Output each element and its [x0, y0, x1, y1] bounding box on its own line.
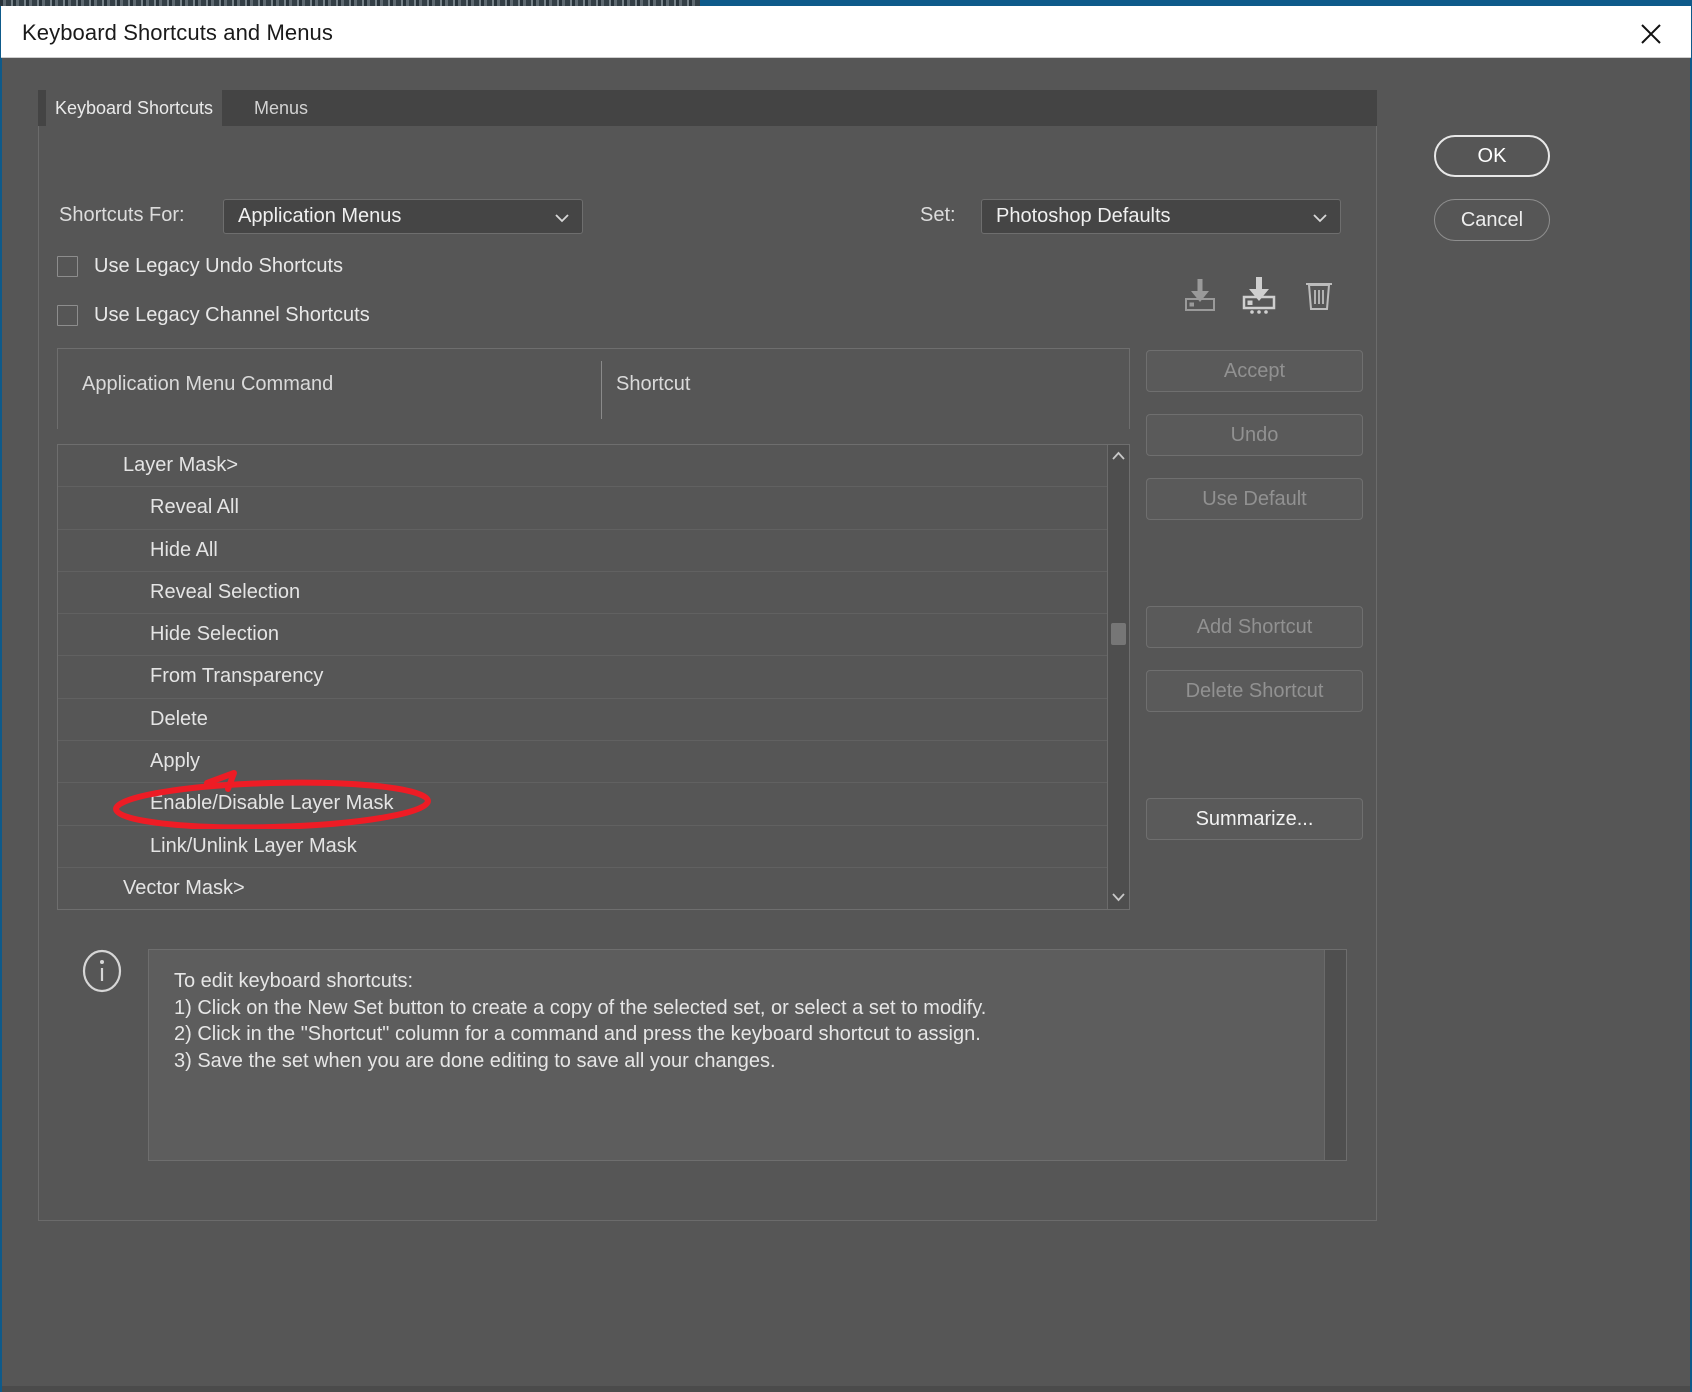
- table-row[interactable]: Reveal Selection: [58, 572, 1108, 615]
- button-label: Delete Shortcut: [1185, 679, 1324, 702]
- command-label: Reveal Selection: [150, 580, 301, 603]
- table-row[interactable]: Reveal All: [58, 487, 1108, 530]
- column-header-command: Application Menu Command: [82, 373, 334, 395]
- shortcuts-for-value: Application Menus: [238, 205, 402, 227]
- command-list-rows: Layer Mask> Reveal All Hide All Reveal Sele…: [58, 445, 1108, 909]
- button-label: Accept: [1223, 359, 1286, 382]
- delete-set-icon[interactable]: [1296, 273, 1342, 315]
- checkbox-box: [57, 255, 78, 277]
- command-list[interactable]: Layer Mask> Reveal All Hide All Reveal Sele…: [57, 444, 1130, 910]
- command-label: From Transparency: [150, 665, 324, 688]
- table-row[interactable]: From Transparency: [58, 656, 1108, 699]
- set-actions-toolbar: [1177, 273, 1347, 315]
- add-shortcut-button[interactable]: Add Shortcut: [1146, 606, 1363, 648]
- button-label: Use Default: [1202, 487, 1307, 510]
- table-row[interactable]: Vector Mask>: [58, 868, 1108, 909]
- tab-label: Menus: [253, 97, 309, 118]
- set-value: Photoshop Defaults: [996, 205, 1171, 227]
- list-scrollbar[interactable]: [1107, 445, 1129, 909]
- tab-label: Keyboard Shortcuts: [54, 97, 214, 118]
- shortcuts-for-select[interactable]: Application Menus: [223, 199, 583, 234]
- button-label: Undo: [1230, 423, 1279, 446]
- close-icon[interactable]: [1631, 14, 1671, 50]
- info-text: To edit keyboard shortcuts: 1) Click on …: [174, 970, 987, 1072]
- scrollbar-thumb[interactable]: [1111, 623, 1126, 645]
- table-row[interactable]: Enable/Disable Layer Mask: [58, 783, 1108, 826]
- save-set-icon[interactable]: [1177, 273, 1223, 315]
- set-label: Set:: [920, 204, 956, 226]
- command-label: Layer Mask>: [123, 454, 239, 476]
- title-bar: Keyboard Shortcuts and Menus: [1, 6, 1691, 58]
- table-row[interactable]: Hide Selection: [58, 614, 1108, 657]
- checkbox-label: Use Legacy Channel Shortcuts: [94, 303, 370, 326]
- set-select[interactable]: Photoshop Defaults: [981, 199, 1341, 234]
- button-label: Summarize...: [1195, 807, 1314, 830]
- ok-button[interactable]: OK: [1434, 135, 1550, 177]
- button-label: OK: [1477, 144, 1507, 167]
- delete-shortcut-button[interactable]: Delete Shortcut: [1146, 670, 1363, 712]
- use-default-button[interactable]: Use Default: [1146, 478, 1363, 520]
- use-legacy-channel-shortcuts-checkbox[interactable]: Use Legacy Channel Shortcuts: [57, 302, 370, 328]
- table-row[interactable]: Apply: [58, 741, 1108, 784]
- info-scrollbar[interactable]: [1324, 950, 1346, 1160]
- command-label: Enable/Disable Layer Mask: [150, 792, 394, 815]
- scroll-up-icon[interactable]: [1108, 445, 1129, 469]
- command-label: Hide All: [150, 538, 218, 561]
- command-label: Vector Mask>: [123, 876, 245, 899]
- table-row[interactable]: Hide All: [58, 530, 1108, 572]
- cancel-button[interactable]: Cancel: [1434, 199, 1550, 241]
- chevron-down-icon: [1312, 211, 1328, 229]
- checkbox-label: Use Legacy Undo Shortcuts: [94, 254, 344, 277]
- column-header-shortcut: Shortcut: [616, 373, 691, 395]
- table-row[interactable]: Link/Unlink Layer Mask: [58, 826, 1108, 868]
- window-bottom-edge: [2, 1386, 1690, 1392]
- checkbox-box: [57, 304, 78, 326]
- command-label: Apply: [150, 750, 201, 773]
- info-text-box: To edit keyboard shortcuts: 1) Click on …: [148, 949, 1347, 1161]
- keyboard-shortcuts-dialog: Keyboard Shortcuts and Menus Keyboard Sh…: [0, 0, 1692, 1392]
- chevron-down-icon: [554, 211, 570, 229]
- save-set-as-icon[interactable]: [1236, 273, 1282, 315]
- info-circle-icon: [80, 949, 124, 993]
- page-title: Keyboard Shortcuts and Menus: [22, 20, 333, 45]
- table-row[interactable]: Layer Mask>: [58, 445, 1108, 488]
- tab-keyboard-shortcuts[interactable]: Keyboard Shortcuts: [46, 90, 222, 126]
- scroll-down-icon[interactable]: [1108, 885, 1129, 909]
- dialog-body: Keyboard Shortcuts Menus Shortcuts For: …: [2, 59, 1690, 1392]
- table-header: Application Menu Command Shortcut: [57, 348, 1130, 429]
- tab-menus[interactable]: Menus: [228, 90, 334, 126]
- table-row[interactable]: Delete: [58, 699, 1108, 742]
- tab-strip: Keyboard Shortcuts Menus: [38, 90, 1377, 126]
- command-label: Delete: [150, 707, 208, 730]
- accept-button[interactable]: Accept: [1146, 350, 1363, 392]
- use-legacy-undo-shortcuts-checkbox[interactable]: Use Legacy Undo Shortcuts: [57, 253, 343, 279]
- command-label: Reveal All: [150, 496, 239, 519]
- button-label: Cancel: [1460, 208, 1524, 231]
- column-divider: [601, 361, 602, 419]
- shortcuts-for-label: Shortcuts For:: [59, 204, 185, 226]
- command-label: Hide Selection: [150, 623, 279, 646]
- command-label: Link/Unlink Layer Mask: [150, 834, 357, 857]
- button-label: Add Shortcut: [1196, 615, 1313, 638]
- undo-button[interactable]: Undo: [1146, 414, 1363, 456]
- summarize-button[interactable]: Summarize...: [1146, 798, 1363, 840]
